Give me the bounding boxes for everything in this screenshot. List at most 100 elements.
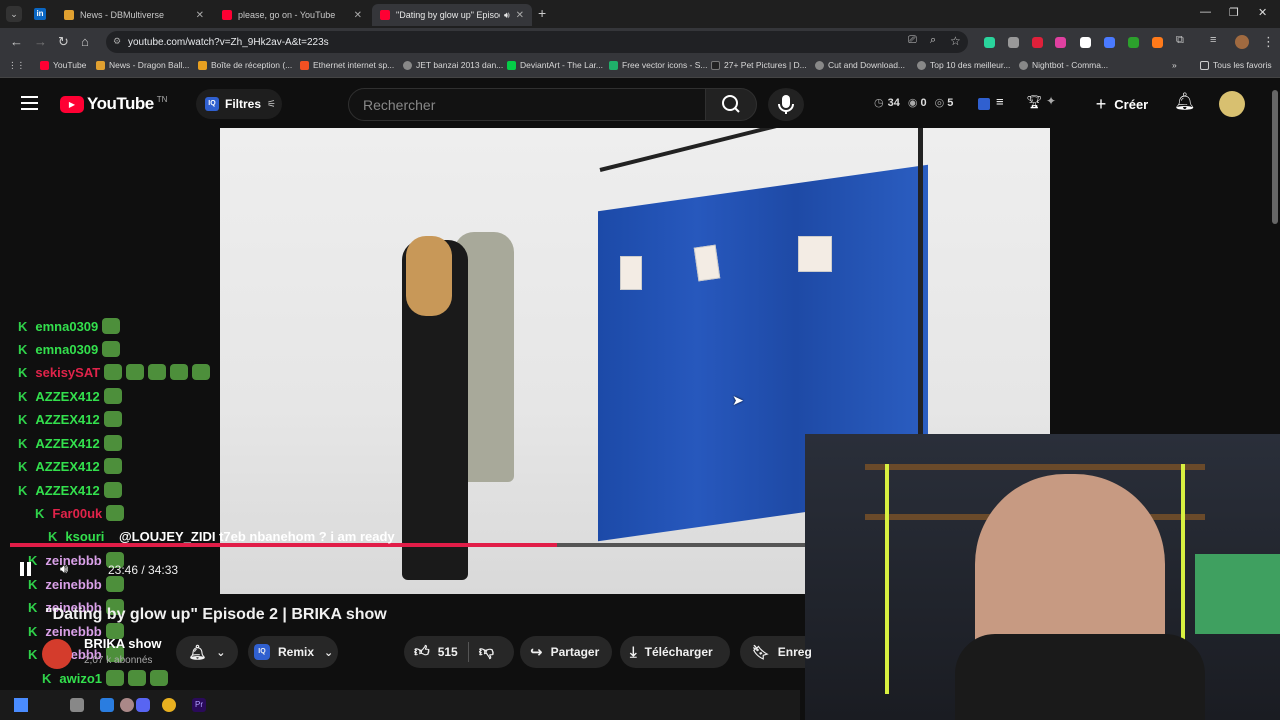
page-scrollbar[interactable] bbox=[1272, 90, 1278, 224]
bookmark-pet-pictures[interactable]: 27+ Pet Pictures | D... bbox=[711, 60, 807, 70]
restore-icon[interactable]: ❐ bbox=[1229, 6, 1239, 19]
zoom-icon[interactable]: ⌕ bbox=[930, 34, 936, 47]
subscribed-bell-button[interactable]: 🔔︎ ⌄ bbox=[176, 636, 238, 668]
save-button[interactable]: 🔖︎ Enreg bbox=[740, 636, 812, 668]
app-icon[interactable] bbox=[120, 698, 134, 712]
apps-grid-icon[interactable]: ⋮⋮ bbox=[8, 60, 25, 71]
bookmark-ethernet[interactable]: Ethernet internet sp... bbox=[300, 60, 394, 70]
chrome-menu-icon[interactable]: ⋮ bbox=[1262, 34, 1275, 50]
list-icon[interactable]: ≡ bbox=[996, 94, 1004, 109]
bookmarks-overflow-icon[interactable]: » bbox=[1172, 60, 1177, 70]
chat-username[interactable]: sekisySAT bbox=[35, 365, 100, 380]
kick-badge-icon: K bbox=[18, 411, 28, 427]
profile-avatar-icon[interactable] bbox=[1235, 35, 1249, 49]
chat-username[interactable]: Far00uk bbox=[52, 506, 102, 521]
linkedin-pinned-tab-icon[interactable]: in bbox=[34, 8, 46, 20]
remix-button[interactable]: IQ Remix ⌄ bbox=[248, 636, 338, 668]
tab-search-icon[interactable]: ⌄ bbox=[6, 6, 22, 22]
home-icon[interactable]: ⌂ bbox=[81, 34, 89, 49]
extension-icon[interactable] bbox=[984, 37, 995, 48]
forward-icon[interactable]: → bbox=[34, 34, 47, 49]
pause-icon[interactable] bbox=[20, 562, 32, 576]
url-text: youtube.com/watch?v=Zh_9Hk2av-A&t=223s bbox=[128, 36, 329, 48]
new-tab-icon[interactable]: + bbox=[538, 5, 546, 21]
hamburger-menu-icon[interactable] bbox=[21, 96, 38, 110]
voice-search-button[interactable] bbox=[768, 88, 804, 121]
iq-extension-icon[interactable] bbox=[978, 98, 990, 110]
chat-username[interactable]: awizo1 bbox=[59, 671, 102, 686]
chat-username[interactable]: zeinebbb bbox=[45, 577, 101, 592]
kick-badge-icon: K bbox=[28, 623, 38, 639]
trophy-icon[interactable]: 🏆︎ bbox=[1026, 94, 1043, 110]
bookmark-star-icon[interactable]: ☆ bbox=[950, 34, 961, 48]
tab-close-icon[interactable]: ✕ bbox=[510, 10, 524, 21]
tab-close-icon[interactable]: ✕ bbox=[348, 10, 362, 21]
site-info-icon[interactable]: ⚙ bbox=[113, 36, 121, 47]
dislike-button[interactable]: 👎︎ bbox=[479, 643, 494, 661]
tab-dating-by-glow-up[interactable]: "Dating by glow up" Episod 🔊︎ ✕ bbox=[372, 4, 532, 26]
app-icon[interactable] bbox=[100, 698, 114, 712]
reload-icon[interactable]: ↻ bbox=[58, 34, 69, 50]
bookmark-nightbot[interactable]: Nightbot - Comma... bbox=[1019, 60, 1108, 70]
account-avatar[interactable] bbox=[1219, 91, 1245, 117]
chat-username[interactable]: AZZEX412 bbox=[35, 389, 99, 404]
tab-title: please, go on - YouTube bbox=[238, 10, 336, 20]
reading-list-icon[interactable]: ≡ bbox=[1210, 34, 1216, 46]
globe-bookmark-icon bbox=[917, 60, 926, 70]
back-icon[interactable]: ← bbox=[10, 34, 23, 49]
bookmark-dragonball[interactable]: News - Dragon Ball... bbox=[96, 60, 189, 70]
chat-username[interactable]: zeinebbb bbox=[45, 553, 101, 568]
tab-close-icon[interactable]: ✕ bbox=[190, 10, 204, 21]
extension-icon[interactable] bbox=[1055, 37, 1066, 48]
bookmark-free-vector-icons[interactable]: Free vector icons - S... bbox=[609, 60, 708, 70]
filters-button[interactable]: IQ Filtres ⚟ bbox=[196, 89, 282, 119]
bookmark-youtube[interactable]: YouTube bbox=[40, 60, 86, 70]
bookmark-deviantart[interactable]: DeviantArt - The Lar... bbox=[507, 60, 603, 70]
extension-icon[interactable] bbox=[1104, 37, 1115, 48]
volume-icon[interactable]: 🔊︎ bbox=[60, 561, 68, 577]
tab-please-go-on[interactable]: please, go on - YouTube ✕ bbox=[214, 4, 370, 26]
download-button[interactable]: ⤓ Télécharger bbox=[620, 636, 730, 668]
extension-icon[interactable] bbox=[1008, 37, 1019, 48]
discord-icon[interactable] bbox=[136, 698, 150, 712]
search-button[interactable] bbox=[705, 88, 757, 121]
all-bookmarks-folder[interactable]: Tous les favoris bbox=[1200, 60, 1272, 70]
channel-avatar[interactable] bbox=[42, 639, 72, 669]
search-input[interactable]: Rechercher bbox=[348, 88, 706, 121]
like-button[interactable]: 👍︎ 515 bbox=[404, 643, 458, 661]
channel-name[interactable]: BRIKA show bbox=[84, 636, 162, 651]
bookmark-cut-and-download[interactable]: Cut and Download... bbox=[815, 60, 905, 70]
chat-username[interactable]: AZZEX412 bbox=[35, 459, 99, 474]
chat-username[interactable]: emna0309 bbox=[35, 342, 98, 357]
notifications-bell-icon[interactable]: 🔔︎ bbox=[1174, 92, 1196, 112]
sparkle-icon[interactable]: ✦ bbox=[1046, 94, 1056, 108]
globe-bookmark-icon bbox=[403, 60, 412, 70]
kick-badge-icon: K bbox=[18, 318, 28, 334]
extension-icon[interactable] bbox=[1152, 37, 1163, 48]
bookmark-top-10[interactable]: Top 10 des meilleur... bbox=[917, 60, 1010, 70]
chat-username[interactable]: AZZEX412 bbox=[35, 436, 99, 451]
app-icon[interactable] bbox=[70, 698, 84, 712]
install-app-icon[interactable]: ⎚ bbox=[908, 34, 917, 47]
extension-icon[interactable] bbox=[1080, 37, 1091, 48]
tab-dbmultiverse[interactable]: News - DBMultiverse ✕ bbox=[56, 4, 212, 26]
start-icon[interactable] bbox=[14, 698, 28, 712]
chat-username[interactable]: AZZEX412 bbox=[35, 412, 99, 427]
chat-username[interactable]: AZZEX412 bbox=[35, 483, 99, 498]
close-window-icon[interactable]: ✕ bbox=[1258, 6, 1267, 19]
extension-icon[interactable] bbox=[1128, 37, 1139, 48]
bookmark-jet-banzai[interactable]: JET banzai 2013 dan... bbox=[403, 60, 503, 70]
bookmark-outlook[interactable]: Boîte de réception (... bbox=[198, 60, 292, 70]
thumbs-down-icon: 👎︎ bbox=[478, 643, 494, 660]
create-button[interactable]: + Créer bbox=[1086, 88, 1158, 121]
minimize-icon[interactable]: — bbox=[1200, 6, 1211, 18]
address-bar[interactable]: ⚙ youtube.com/watch?v=Zh_9Hk2av-A&t=223s bbox=[106, 31, 968, 53]
extensions-puzzle-icon[interactable]: ⧉ bbox=[1176, 34, 1184, 47]
youtube-logo[interactable]: ▶ YouTube TN bbox=[60, 94, 167, 114]
chat-username[interactable]: ksouri bbox=[65, 529, 104, 544]
share-button[interactable]: ↪ Partager bbox=[520, 636, 612, 668]
chrome-icon[interactable] bbox=[162, 698, 176, 712]
premiere-icon[interactable]: Pr bbox=[192, 698, 206, 712]
extension-icon[interactable] bbox=[1032, 37, 1043, 48]
chat-username[interactable]: emna0309 bbox=[35, 319, 98, 334]
